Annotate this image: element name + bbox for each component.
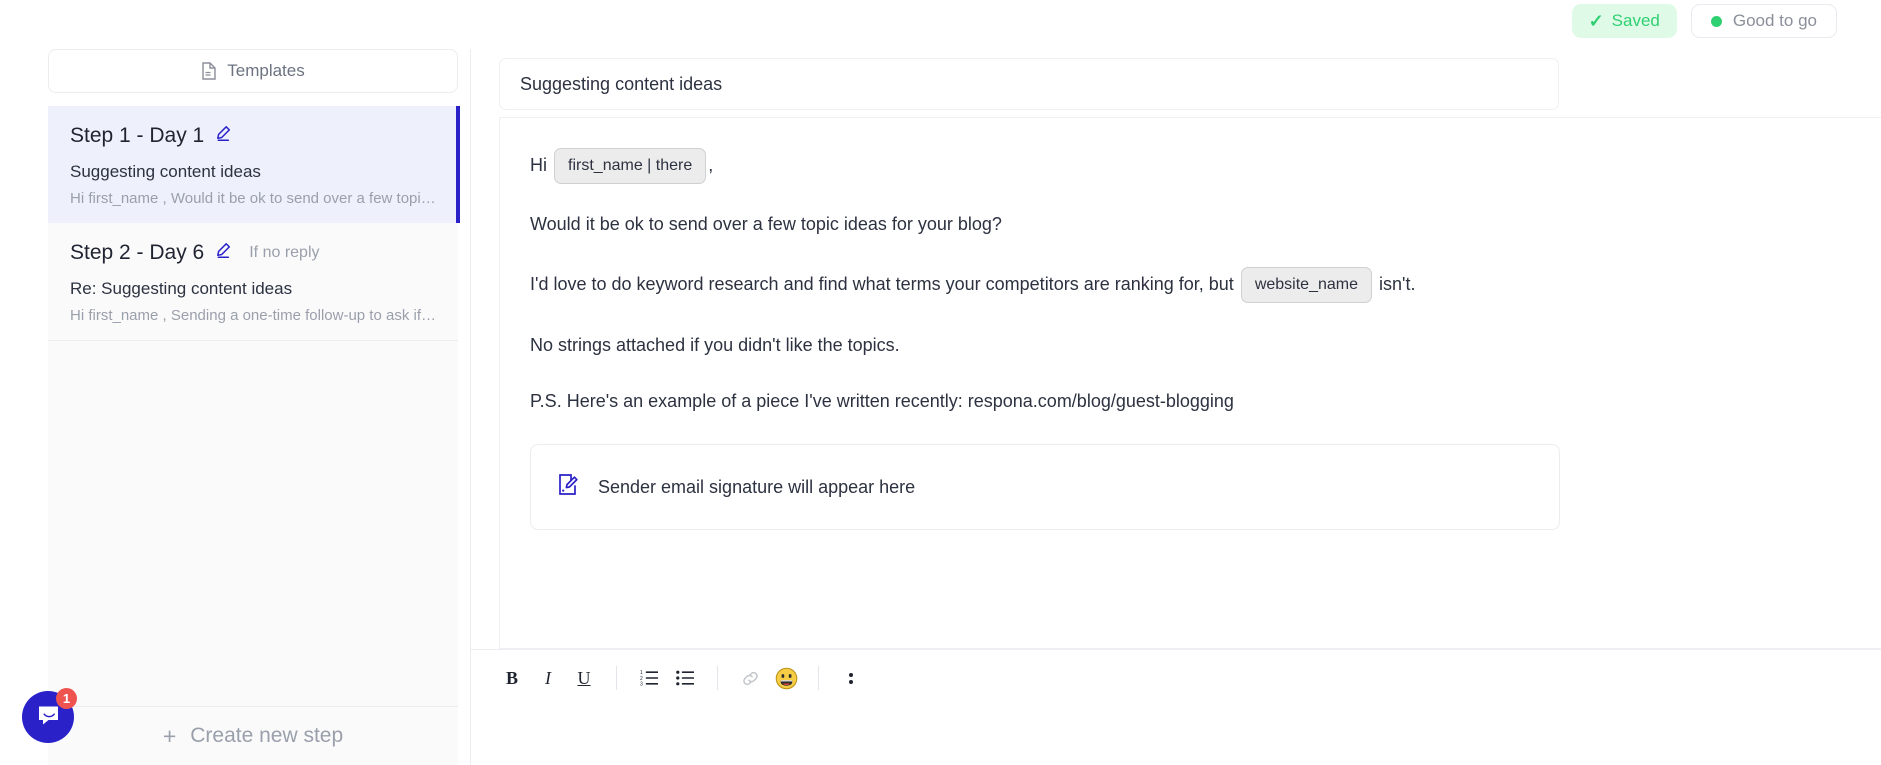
- step-2-header: Step 2 - Day 6 If no reply: [70, 241, 436, 265]
- svg-text:3: 3: [640, 682, 643, 686]
- templates-button[interactable]: Templates: [48, 49, 458, 93]
- steps-list: Step 1 - Day 1 Suggesting content ideas …: [48, 106, 460, 706]
- step-1-title: Step 1 - Day 1: [70, 124, 205, 147]
- link-icon[interactable]: [734, 662, 766, 694]
- body-paragraph-4: No strings attached if you didn't like t…: [530, 335, 900, 355]
- step-2-preview: Hi first_name , Sending a one-time follo…: [70, 307, 438, 324]
- email-editor-panel: Suggesting content ideas { } Hi first_na…: [470, 49, 1881, 765]
- formatting-toolbar: B I U 1 2 3: [471, 649, 1881, 765]
- body-paragraph-3: I'd love to do keyword research and find…: [530, 267, 1881, 303]
- steps-sidebar: Templates Step 1 - Day 1 Suggesting cont…: [48, 49, 460, 765]
- signature-placeholder-box[interactable]: Sender email signature will appear here: [530, 444, 1560, 530]
- ordered-list-icon[interactable]: 1 2 3: [633, 662, 665, 694]
- more-vertical-icon[interactable]: [835, 662, 867, 694]
- step-2-condition: If no reply: [249, 244, 320, 261]
- chat-unread-badge: 1: [56, 688, 77, 709]
- signature-edit-icon: [557, 473, 580, 501]
- variable-chip-first-name[interactable]: first_name | there: [554, 148, 707, 184]
- saved-label: Saved: [1611, 11, 1660, 30]
- greeting-suffix: ,: [708, 154, 714, 175]
- create-new-step-button[interactable]: + Create new step: [48, 706, 458, 765]
- template-file-icon: [201, 62, 217, 80]
- saved-status-pill[interactable]: ✓ Saved: [1571, 4, 1677, 38]
- email-body-editor[interactable]: Hi first_name | there, Would it be ok to…: [499, 117, 1881, 649]
- body-paragraph-2: Would it be ok to send over a few topic …: [530, 214, 1002, 234]
- step-item-1[interactable]: Step 1 - Day 1 Suggesting content ideas …: [48, 106, 460, 223]
- step-item-2[interactable]: Step 2 - Day 6 If no reply Re: Suggestin…: [48, 223, 458, 340]
- step-2-title: Step 2 - Day 6: [70, 241, 205, 264]
- subject-value: Suggesting content ideas: [520, 73, 723, 94]
- templates-label: Templates: [227, 61, 305, 80]
- toolbar-divider: [616, 666, 617, 690]
- paragraph-3-after: isn't.: [1379, 273, 1416, 294]
- campaign-status-pill[interactable]: Good to go: [1690, 4, 1837, 38]
- underline-button[interactable]: U: [568, 662, 600, 694]
- italic-button[interactable]: I: [532, 662, 564, 694]
- top-status-bar: ✓ Saved Good to go: [0, 0, 1881, 42]
- step-1-subject: Suggesting content ideas: [70, 162, 261, 181]
- create-new-step-label: Create new step: [190, 724, 344, 747]
- status-dot-icon: [1710, 15, 1722, 27]
- intercom-chat-icon: [36, 702, 61, 732]
- intercom-chat-button[interactable]: 1: [22, 688, 77, 743]
- edit-pencil-icon[interactable]: [215, 125, 232, 147]
- step-2-subject: Re: Suggesting content ideas: [70, 279, 293, 298]
- more-dots: [849, 670, 853, 687]
- greeting-prefix: Hi: [530, 154, 547, 175]
- step-1-header: Step 1 - Day 1: [70, 124, 436, 148]
- toolbar-divider: [818, 666, 819, 690]
- body-paragraph-greeting: Hi first_name | there,: [530, 148, 1881, 184]
- variable-chip-website-name[interactable]: website_name: [1240, 267, 1372, 303]
- status-label: Good to go: [1732, 11, 1817, 30]
- bullet-list-icon[interactable]: [669, 662, 701, 694]
- body-paragraph-5: P.S. Here's an example of a piece I've w…: [530, 391, 1234, 411]
- signature-placeholder-label: Sender email signature will appear here: [598, 476, 916, 497]
- step-1-preview: Hi first_name , Would it be ok to send o…: [70, 190, 438, 207]
- subject-input[interactable]: Suggesting content ideas: [499, 58, 1559, 110]
- steps-divider: [48, 340, 458, 341]
- check-icon: ✓: [1588, 11, 1604, 31]
- bold-button[interactable]: B: [496, 662, 528, 694]
- emoji-smiley-icon[interactable]: [770, 662, 802, 694]
- plus-icon: +: [162, 722, 177, 749]
- edit-pencil-icon[interactable]: [215, 242, 232, 264]
- paragraph-3-before: I'd love to do keyword research and find…: [530, 273, 1234, 294]
- toolbar-divider: [717, 666, 718, 690]
